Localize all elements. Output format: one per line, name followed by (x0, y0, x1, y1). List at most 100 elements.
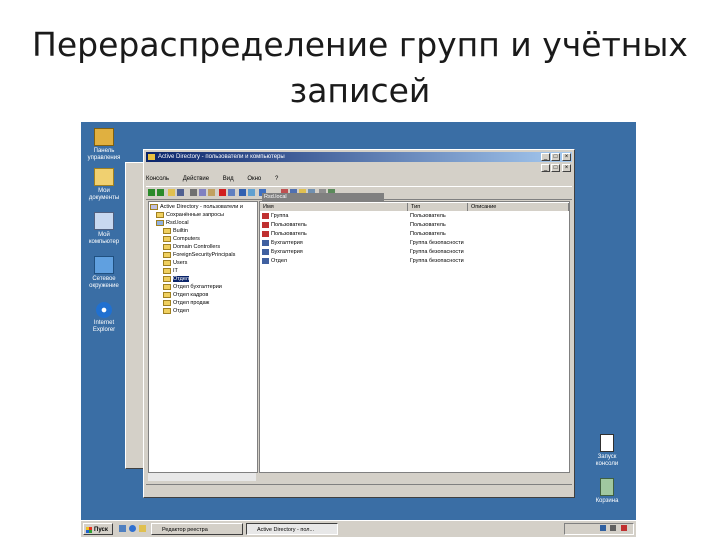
user-icon (262, 221, 269, 228)
menu-help[interactable]: ? (275, 176, 278, 182)
tree-item-selected-ou[interactable]: Отдел (163, 275, 189, 283)
folder-icon (163, 259, 171, 266)
tray-security-icon[interactable] (621, 525, 627, 531)
list-item[interactable]: Пользователь Пользователь (260, 221, 569, 230)
group-icon (262, 239, 269, 246)
desktop-icon-control-panel[interactable]: Панель управления (81, 128, 127, 162)
desktop-icon-internet-explorer[interactable]: Internet Explorer (81, 302, 127, 334)
list-item[interactable]: Бухгалтерия Группа безопасности (260, 239, 569, 248)
tree-root[interactable]: Active Directory - пользователи и (150, 203, 243, 211)
group-icon (262, 212, 269, 219)
ou-icon (163, 243, 171, 250)
tree-item-computers[interactable]: Computers (163, 235, 200, 243)
forward-icon[interactable] (157, 189, 164, 196)
user-icon (262, 230, 269, 237)
tree-pane[interactable]: Active Directory - пользователи и Сохран… (148, 201, 258, 473)
tree-item-it[interactable]: IT (163, 267, 178, 275)
quicklaunch-desktop-icon[interactable] (119, 525, 126, 532)
list-item[interactable]: Пользователь Пользователь (260, 230, 569, 239)
list-item[interactable]: Бухгалтерия Группа безопасности (260, 248, 569, 257)
folder-icon (163, 235, 171, 242)
snapin-icon (150, 203, 158, 210)
taskbar: Пуск Редактор реестра Active Directory -… (81, 520, 636, 537)
maximize-button[interactable]: □ (551, 153, 560, 161)
menu-window[interactable]: Окно (247, 176, 261, 182)
desktop-icon-my-documents[interactable]: Мои документы (81, 168, 127, 202)
quicklaunch-explorer-icon[interactable] (139, 525, 146, 532)
taskbar-item-registry-editor[interactable]: Редактор реестра (151, 523, 243, 535)
column-header-name[interactable]: Имя (260, 203, 408, 211)
desktop-icon-recycle-bin[interactable]: Корзина (584, 478, 630, 505)
list-item[interactable]: Отдел Группа безопасности (260, 257, 569, 266)
folder-icon (163, 227, 171, 234)
export-icon[interactable] (248, 189, 255, 196)
ou-icon (163, 291, 171, 298)
status-bar (146, 484, 572, 494)
close-button[interactable]: × (562, 153, 571, 161)
cut-icon[interactable] (190, 189, 197, 196)
delete-icon[interactable] (219, 189, 226, 196)
tree-item-domain[interactable]: Rsd.local (156, 219, 189, 227)
tree-item-dept[interactable]: Отдел (163, 307, 189, 315)
list-pane[interactable]: Rsd.local Имя Тип Описание Группа Пользо… (259, 193, 570, 473)
folder-icon (156, 211, 164, 218)
copy-icon[interactable] (199, 189, 206, 196)
tree-item-users[interactable]: Users (163, 259, 187, 267)
mdi-restore-button[interactable]: □ (551, 164, 560, 172)
windows-logo-icon (86, 527, 92, 533)
console-icon (600, 434, 614, 452)
ou-icon (163, 275, 171, 282)
mdi-controls: _ □ × (146, 164, 572, 172)
domain-icon (156, 219, 164, 226)
tree-toggle-icon[interactable] (177, 189, 184, 196)
properties-icon[interactable] (228, 189, 235, 196)
ou-icon (163, 299, 171, 306)
group-icon (262, 257, 269, 264)
menu-action[interactable]: Действие (183, 176, 209, 182)
desktop-screenshot: Панель управления Мои документы Мой комп… (81, 122, 636, 537)
ad-users-computers-window[interactable]: Active Directory - пользователи и компью… (143, 149, 575, 498)
tray-volume-icon[interactable] (610, 525, 617, 531)
tree-item-domain-controllers[interactable]: Domain Controllers (163, 243, 220, 251)
column-header-type[interactable]: Тип (408, 203, 468, 211)
menu-view[interactable]: Вид (223, 176, 234, 182)
slide-title: Перераспределение групп и учётных записе… (0, 22, 720, 114)
window-title: Active Directory - пользователи и компью… (158, 154, 285, 160)
folder-icon (163, 251, 171, 258)
tray-network-icon[interactable] (599, 525, 606, 531)
system-tray (564, 523, 634, 535)
slide-title-line1: Перераспределение групп и учётных (32, 25, 688, 64)
menu-bar: Консоль Действие Вид Окно ? (146, 174, 572, 184)
mdi-close-button[interactable]: × (562, 164, 571, 172)
quicklaunch-ie-icon[interactable] (129, 525, 136, 532)
column-header-description[interactable]: Описание (468, 203, 569, 211)
paste-icon[interactable] (208, 189, 215, 196)
tree-item-builtin[interactable]: Builtin (163, 227, 188, 235)
minimize-button[interactable]: _ (541, 153, 550, 161)
taskbar-item-active-directory[interactable]: Active Directory - пол... (246, 523, 338, 535)
tree-item-accounting[interactable]: Отдел бухгалтерии (163, 283, 222, 291)
app-icon (148, 154, 155, 160)
tree-item-foreign-security[interactable]: ForeignSecurityPrincipals (163, 251, 235, 259)
desktop-icon-my-computer[interactable]: Мой компьютер (81, 212, 127, 246)
list-item[interactable]: Группа Пользователь (260, 212, 569, 221)
internet-explorer-icon (96, 302, 112, 318)
ou-icon (163, 283, 171, 290)
slide-title-line2: записей (289, 71, 431, 110)
tree-horizontal-scrollbar[interactable] (148, 473, 256, 481)
list-header-path: Rsd.local (262, 193, 384, 201)
tree-item-sales[interactable]: Отдел продаж (163, 299, 209, 307)
mdi-minimize-button[interactable]: _ (541, 164, 550, 172)
window-titlebar[interactable]: Active Directory - пользователи и компью… (146, 152, 572, 162)
back-icon[interactable] (148, 189, 155, 196)
computer-icon (94, 212, 114, 230)
menu-console[interactable]: Консоль (146, 176, 169, 182)
up-folder-icon[interactable] (168, 189, 175, 196)
recycle-bin-icon (600, 478, 614, 496)
tree-item-hr[interactable]: Отдел кадров (163, 291, 208, 299)
desktop-icon-console[interactable]: Запуск консоли (584, 434, 630, 468)
refresh-icon[interactable] (239, 189, 246, 196)
start-button[interactable]: Пуск (83, 523, 113, 535)
desktop-icon-network[interactable]: Сетевое окружение (81, 256, 127, 290)
tree-item-saved-queries[interactable]: Сохранённые запросы (156, 211, 224, 219)
